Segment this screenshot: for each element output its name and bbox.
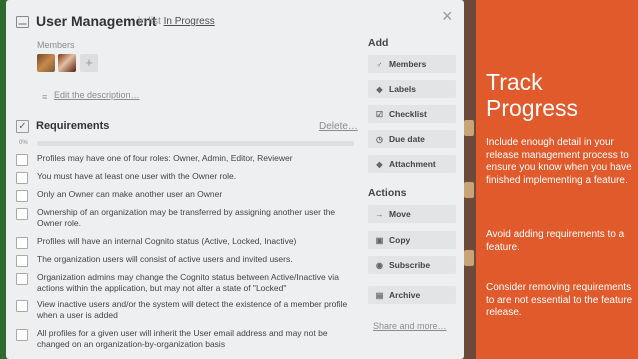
in-list-prefix: in list — [138, 16, 161, 27]
members-label: Members — [37, 40, 75, 50]
checklist-item-checkbox[interactable] — [16, 190, 28, 202]
members-button[interactable]: ♂ Members — [368, 55, 456, 73]
card-thumbnail — [464, 250, 474, 266]
checklist-item-text[interactable]: Organization admins may change the Cogni… — [37, 272, 357, 294]
board-background-right — [462, 0, 476, 359]
button-label: Copy — [389, 235, 411, 245]
archive-icon: ▤ — [375, 291, 384, 300]
checkbox-icon: ☑ — [375, 110, 384, 119]
card-thumbnail — [464, 182, 474, 198]
checklist-item-checkbox[interactable] — [16, 300, 28, 312]
button-label: Checklist — [389, 109, 427, 119]
checklist-item-checkbox[interactable] — [16, 329, 28, 341]
info-panel: Track Progress Include enough detail in … — [476, 0, 638, 359]
checklist-button[interactable]: ☑ Checklist — [368, 105, 456, 123]
close-icon[interactable]: × — [442, 6, 453, 26]
panel-paragraph: Include enough detail in your release ma… — [486, 137, 632, 186]
description-icon: ≡ — [42, 92, 48, 102]
checklist-title[interactable]: Requirements — [36, 120, 109, 132]
eye-icon: ◉ — [376, 261, 383, 270]
checklist-item-text[interactable]: Profiles will have an internal Cognito s… — [37, 236, 357, 247]
checklist-item-checkbox[interactable] — [16, 237, 28, 249]
due-date-button[interactable]: ◷ Due date — [368, 130, 456, 148]
checklist-item-checkbox[interactable] — [16, 255, 28, 267]
person-icon: ♂ — [376, 60, 383, 69]
attachment-button[interactable]: ◆ Attachment — [368, 155, 456, 173]
card-thumbnail — [464, 120, 474, 136]
list-name-link[interactable]: In Progress — [164, 16, 215, 27]
button-label: Attachment — [389, 159, 436, 169]
share-and-more-link[interactable]: Share and more… — [373, 321, 447, 331]
panel-paragraph: Consider removing requirements to are no… — [486, 282, 633, 318]
subscribe-button[interactable]: ◉ Subscribe — [368, 256, 456, 274]
card-list-info: in list In Progress — [138, 16, 215, 27]
move-button[interactable]: → Move — [368, 205, 456, 223]
panel-paragraph: Avoid adding requirements to a feature. — [486, 229, 625, 253]
card-detail-window: User Management in list In Progress × Me… — [6, 0, 464, 359]
button-label: Move — [389, 209, 411, 219]
copy-button[interactable]: ▣ Copy — [368, 231, 456, 249]
card-icon — [16, 16, 29, 28]
checklist-item-text[interactable]: All profiles for a given user will inher… — [37, 328, 357, 350]
checklist-item-text[interactable]: View inactive users and/or the system wi… — [37, 299, 357, 321]
checklist-item-text[interactable]: Ownership of an organization may be tran… — [37, 207, 357, 229]
paperclip-icon: ◆ — [376, 160, 383, 169]
checklist-item-checkbox[interactable] — [16, 273, 28, 285]
checklist-icon: ✓ — [16, 120, 29, 133]
button-label: Due date — [389, 134, 425, 144]
checklist-item-text[interactable]: Profiles may have one of four roles: Own… — [37, 153, 357, 164]
checklist-item-text[interactable]: You must have at least one user with the… — [37, 171, 357, 182]
avatar[interactable] — [58, 54, 76, 72]
checklist-item-checkbox[interactable] — [16, 154, 28, 166]
tag-icon: ◆ — [376, 85, 383, 94]
checklist-item-checkbox[interactable] — [16, 208, 28, 220]
actions-heading: Actions — [368, 187, 407, 199]
archive-button[interactable]: ▤ Archive — [368, 286, 456, 304]
edit-description-link[interactable]: Edit the description… — [54, 90, 140, 100]
button-label: Members — [389, 59, 427, 69]
arrow-right-icon: → — [375, 210, 384, 219]
checklist-item-text[interactable]: The organization users will consist of a… — [37, 254, 357, 265]
delete-checklist-link[interactable]: Delete… — [319, 121, 358, 132]
copy-icon: ▣ — [375, 236, 384, 245]
checklist-progress-bar — [37, 141, 354, 146]
clock-icon: ◷ — [376, 135, 383, 144]
avatar[interactable] — [37, 54, 55, 72]
checklist-item-text[interactable]: Only an Owner can make another user an O… — [37, 189, 357, 200]
button-label: Archive — [389, 290, 421, 300]
add-heading: Add — [368, 37, 389, 49]
labels-button[interactable]: ◆ Labels — [368, 80, 456, 98]
button-label: Labels — [389, 84, 416, 94]
add-member-button[interactable]: + — [80, 54, 98, 72]
panel-title: Track Progress — [486, 69, 579, 121]
checklist-progress-percent: 0% — [19, 140, 28, 146]
checklist-item-checkbox[interactable] — [16, 172, 28, 184]
button-label: Subscribe — [389, 260, 431, 270]
